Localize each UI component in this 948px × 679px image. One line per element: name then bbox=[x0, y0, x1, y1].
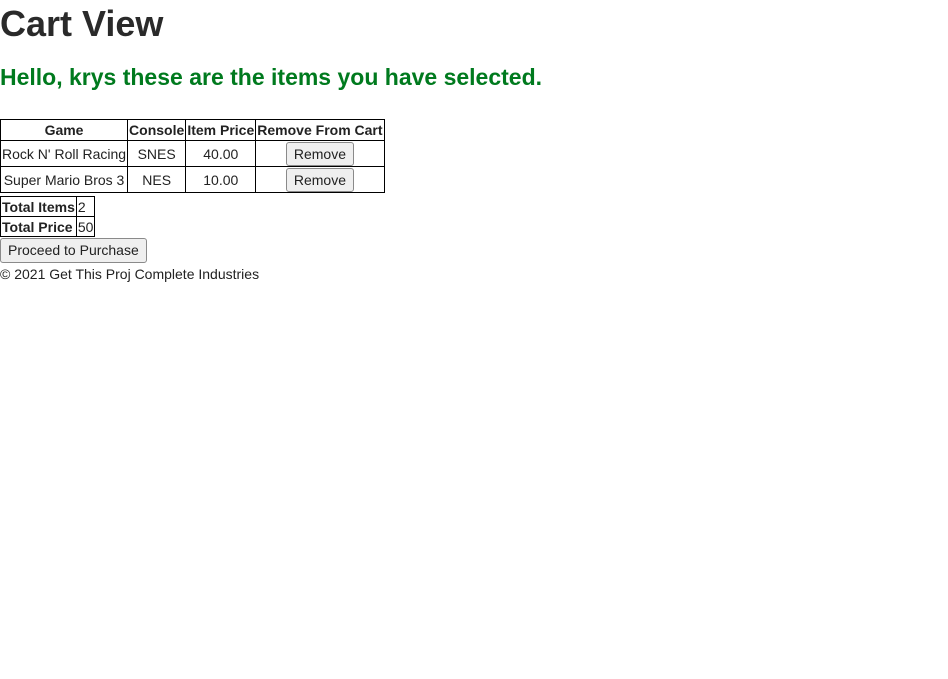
game-cell: Rock N' Roll Racing bbox=[0, 140, 129, 167]
totals-table: Total Items 2 Total Price 50 bbox=[0, 196, 96, 237]
remove-button[interactable]: Remove bbox=[285, 167, 354, 192]
remove-cell: Remove bbox=[255, 140, 385, 167]
game-cell: Super Mario Bros 3 bbox=[0, 166, 129, 193]
price-cell: 10.00 bbox=[185, 166, 257, 193]
total-items-value: 2 bbox=[75, 196, 96, 217]
footer-copyright: © 2021 Get This Proj Complete Industries bbox=[0, 266, 260, 282]
total-price-label: Total Price bbox=[0, 216, 77, 237]
total-items-row: Total Items 2 bbox=[0, 196, 96, 217]
total-items-label: Total Items bbox=[0, 196, 77, 217]
remove-button[interactable]: Remove bbox=[285, 141, 354, 166]
table-row: Rock N' Roll Racing SNES 40.00 Remove bbox=[0, 140, 385, 167]
total-price-row: Total Price 50 bbox=[0, 216, 96, 237]
column-header-game: Game bbox=[0, 119, 129, 141]
column-header-console: Console bbox=[127, 119, 187, 141]
price-cell: 40.00 bbox=[185, 140, 257, 167]
column-header-item-price: Item Price bbox=[185, 119, 257, 141]
column-header-remove-from-cart: Remove From Cart bbox=[255, 119, 385, 141]
console-cell: SNES bbox=[127, 140, 187, 167]
total-price-value: 50 bbox=[75, 216, 96, 237]
table-row: Super Mario Bros 3 NES 10.00 Remove bbox=[0, 166, 385, 193]
console-cell: NES bbox=[127, 166, 187, 193]
remove-cell: Remove bbox=[255, 166, 385, 193]
proceed-to-purchase-button[interactable]: Proceed to Purchase bbox=[0, 238, 147, 263]
cart-table: Game Console Item Price Remove From Cart… bbox=[0, 119, 385, 193]
page-title: Cart View bbox=[0, 3, 164, 44]
cart-header-row: Game Console Item Price Remove From Cart bbox=[0, 119, 385, 141]
greeting-message: Hello, krys these are the items you have… bbox=[0, 64, 543, 90]
